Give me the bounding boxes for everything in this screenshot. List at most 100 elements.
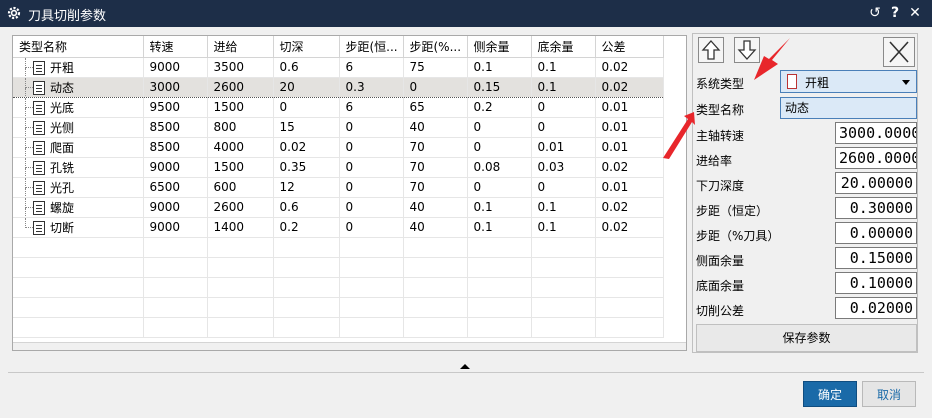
table-cell: 600 — [207, 177, 274, 198]
tree-connector — [25, 127, 26, 136]
table-row[interactable]: 开粗 9000 3500 0.6 6 75 0.1 0.1 0.02 — [13, 57, 664, 78]
floor-stock-field[interactable]: 0.10000 — [835, 272, 917, 294]
row-name-cell: 切断 — [13, 217, 144, 238]
column-header[interactable]: 侧余量 — [467, 36, 532, 58]
table-cell — [13, 257, 144, 278]
ok-button[interactable]: 确定 — [803, 381, 857, 407]
table-cell: 6 — [339, 97, 404, 118]
table-cell: 9000 — [143, 217, 208, 238]
column-header[interactable]: 步距(%... — [403, 36, 468, 58]
table-cell: 0.08 — [467, 157, 532, 178]
spindle-field[interactable]: 3000.0000 — [835, 122, 917, 144]
table-header: 类型名称 转速 进给 切深 步距(恒... 步距(%... 侧余量 底余量 公差 — [13, 36, 664, 58]
table-cell — [531, 297, 596, 318]
table-row[interactable]: 光底 9500 1500 0 6 65 0.2 0 0.01 — [13, 97, 664, 118]
column-header[interactable]: 底余量 — [531, 36, 596, 58]
row-name: 孔铣 — [50, 160, 75, 175]
table-cell — [531, 237, 596, 258]
move-up-button[interactable] — [698, 37, 724, 63]
tree-connector — [25, 207, 26, 216]
annotation-arrow-icon — [663, 112, 695, 159]
table-cell — [531, 317, 596, 338]
table-cell: 1500 — [207, 157, 274, 178]
document-icon — [33, 160, 45, 175]
column-header[interactable]: 类型名称 — [13, 36, 144, 58]
table-cell: 0 — [273, 97, 340, 118]
table-cell — [595, 257, 664, 278]
system-type-select[interactable]: 开粗 — [780, 70, 917, 93]
table-cell: 9000 — [143, 197, 208, 218]
table-row[interactable]: 光孔 6500 600 12 0 70 0 0 0.01 — [13, 177, 664, 198]
column-header[interactable]: 公差 — [595, 36, 664, 58]
table-cell: 0.01 — [595, 97, 664, 118]
table-cell — [595, 297, 664, 318]
tree-connector — [25, 117, 33, 128]
step-pct-field[interactable]: 0.00000 — [835, 222, 917, 244]
document-icon — [33, 200, 45, 215]
table-cell — [339, 297, 404, 318]
table-cell: 0.02 — [595, 217, 664, 238]
table-row[interactable]: 孔铣 9000 1500 0.35 0 70 0.08 0.03 0.02 — [13, 157, 664, 178]
row-name: 光孔 — [50, 180, 75, 195]
document-icon — [33, 80, 45, 95]
column-header[interactable]: 转速 — [143, 36, 208, 58]
table-row[interactable]: 螺旋 9000 2600 0.6 0 40 0.1 0.1 0.02 — [13, 197, 664, 218]
table-cell — [13, 317, 144, 338]
depth-field[interactable]: 20.00000 — [835, 172, 917, 194]
table-cell: 4000 — [207, 137, 274, 158]
horizontal-scrollbar[interactable] — [13, 342, 686, 350]
table-cell — [207, 237, 274, 258]
table-cell — [531, 277, 596, 298]
type-name-field[interactable]: 动态 — [780, 97, 917, 119]
tolerance-field[interactable]: 0.02000 — [835, 297, 917, 319]
side-stock-field[interactable]: 0.15000 — [835, 247, 917, 269]
table-cell: 0.1 — [531, 57, 596, 78]
table-cell: 70 — [403, 137, 468, 158]
delete-button[interactable] — [883, 37, 915, 67]
table-row[interactable]: 爬面 8500 4000 0.02 0 70 0 0.01 0.01 — [13, 137, 664, 158]
tree-connector — [25, 167, 26, 176]
table-cell: 0.01 — [531, 137, 596, 158]
table-cell: 65 — [403, 97, 468, 118]
table-row[interactable]: 动态 3000 2600 20 0.3 0 0.15 0.1 0.02 — [13, 76, 664, 98]
row-name: 螺旋 — [50, 200, 75, 215]
collapse-arrow-icon[interactable] — [460, 364, 470, 369]
reset-icon[interactable]: ↺ — [866, 4, 884, 22]
table-cell: 20 — [273, 76, 340, 98]
feed-field[interactable]: 2600.0000 — [835, 147, 917, 169]
table-row[interactable]: 光侧 8500 800 15 0 40 0 0 0.01 — [13, 117, 664, 138]
table-cell — [273, 297, 340, 318]
tree-connector — [25, 97, 33, 108]
document-icon — [33, 60, 45, 75]
table-cell: 3500 — [207, 57, 274, 78]
row-name: 开粗 — [50, 60, 75, 75]
table-cell — [143, 297, 208, 318]
table-cell — [467, 257, 532, 278]
help-icon[interactable]: ? — [886, 4, 904, 22]
column-header[interactable]: 切深 — [273, 36, 340, 58]
column-header[interactable]: 步距(恒... — [339, 36, 404, 58]
parameter-table: 类型名称 转速 进给 切深 步距(恒... 步距(%... 侧余量 底余量 公差… — [12, 35, 687, 351]
table-row[interactable]: 切断 9000 1400 0.2 0 40 0.1 0.1 0.02 — [13, 217, 664, 238]
cancel-button[interactable]: 取消 — [862, 381, 916, 407]
save-params-button[interactable]: 保存参数 — [696, 324, 917, 352]
table-cell: 40 — [403, 197, 468, 218]
table-cell — [207, 257, 274, 278]
table-cell — [273, 277, 340, 298]
table-cell: 0.35 — [273, 157, 340, 178]
close-icon[interactable]: ✕ — [906, 4, 924, 22]
column-header[interactable]: 进给 — [207, 36, 274, 58]
row-name: 爬面 — [50, 140, 75, 155]
step-const-field[interactable]: 0.30000 — [835, 197, 917, 219]
row-name-cell: 动态 — [13, 76, 144, 98]
dialog-window: 刀具切削参数 ↺ ? ✕ 类型名称 转速 进给 切深 步距(恒... 步距(%.… — [0, 0, 932, 418]
table-cell — [339, 277, 404, 298]
tolerance-label: 切削公差 — [696, 304, 745, 318]
row-name: 光底 — [50, 100, 75, 115]
table-cell — [273, 237, 340, 258]
table-cell: 40 — [403, 217, 468, 238]
tree-connector — [25, 78, 33, 88]
tree-connector — [25, 57, 33, 68]
tree-connector — [25, 187, 26, 196]
table-cell: 0.1 — [531, 217, 596, 238]
